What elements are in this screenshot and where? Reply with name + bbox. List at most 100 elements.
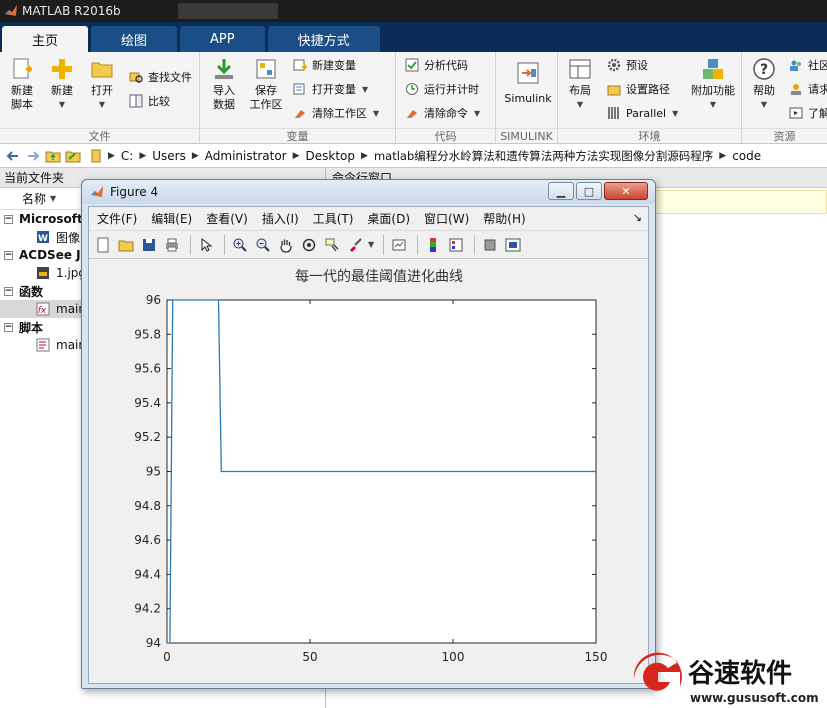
- name-header-label: 名称: [22, 192, 47, 206]
- toolbar-separator: [190, 234, 191, 255]
- simulink-group-label: SIMULINK: [496, 128, 557, 144]
- learn-button[interactable]: 了解: [788, 102, 827, 124]
- parallel-label: Parallel: [626, 106, 667, 120]
- menu-view[interactable]: 查看(V): [206, 210, 248, 227]
- pan-button[interactable]: [276, 235, 296, 255]
- rotate-3d-button[interactable]: [299, 235, 319, 255]
- menu-insert[interactable]: 插入(I): [262, 210, 299, 227]
- minimize-icon: ▁: [556, 184, 566, 198]
- line-chart[interactable]: 每一代的最佳阈值进化曲线 0 50 100 150 94 94.2 94.4 94.6 94.8…: [89, 260, 648, 683]
- data-cursor-button[interactable]: [322, 235, 342, 255]
- parallel-button[interactable]: Parallel ▼: [606, 102, 678, 124]
- print-figure-button[interactable]: [162, 235, 182, 255]
- breadcrumb-users[interactable]: Users: [152, 149, 186, 163]
- clear-workspace-button[interactable]: 清除工作区 ▼: [292, 102, 379, 124]
- zoom-in-button[interactable]: [230, 235, 250, 255]
- preferences-button[interactable]: 预设: [606, 54, 648, 76]
- set-path-button[interactable]: 设置路径: [606, 78, 670, 100]
- x-tick-label: 0: [163, 650, 171, 664]
- request-support-button[interactable]: 请求: [788, 78, 827, 100]
- chevron-down-icon: ▼: [373, 108, 380, 118]
- link-plot-button[interactable]: [389, 235, 409, 255]
- zoom-out-button[interactable]: [253, 235, 273, 255]
- clear-workspace-icon: [295, 110, 305, 118]
- figure-window: Figure 4 ▁ □ ✕ 文件(F) 编辑(E) 查看(V) 插入(I) 工…: [81, 179, 656, 689]
- edit-plot-button[interactable]: [196, 235, 216, 255]
- x-tick-label: 100: [442, 650, 465, 664]
- data-cursor-icon: [325, 238, 339, 251]
- menu-desktop[interactable]: 桌面(D): [367, 210, 410, 227]
- open-button[interactable]: 打开 ▼: [80, 56, 124, 112]
- help-button[interactable]: ? 帮助 ▼: [742, 56, 786, 112]
- analyze-code-icon: [405, 58, 419, 72]
- figure-toolbar: ▼: [89, 231, 648, 259]
- add-ons-button[interactable]: 附加功能 ▼: [686, 56, 740, 112]
- code-group: 分析代码 运行并计时 清除命令 ▼ 代码: [396, 52, 496, 144]
- close-button[interactable]: ✕: [604, 182, 648, 200]
- import-data-button[interactable]: 导入 数据: [202, 56, 246, 112]
- insert-colorbar-button[interactable]: [423, 235, 443, 255]
- maximize-button[interactable]: □: [576, 182, 602, 200]
- run-and-time-button[interactable]: 运行并计时: [404, 78, 479, 100]
- breadcrumb-separator: ▶: [139, 150, 147, 161]
- tab-home[interactable]: 主页: [2, 26, 89, 52]
- up-folder-button[interactable]: [44, 147, 62, 165]
- breadcrumb-administrator[interactable]: Administrator: [205, 149, 287, 163]
- dock-arrow-icon[interactable]: ↘: [633, 211, 642, 224]
- variable-group-label: 变量: [200, 128, 395, 144]
- breadcrumb-project-folder[interactable]: matlab编程分水岭算法和遗传算法两种方法实现图像分割源码程序: [374, 148, 713, 164]
- menu-edit[interactable]: 编辑(E): [151, 210, 192, 227]
- hide-plot-tools-button[interactable]: [480, 235, 500, 255]
- open-variable-button[interactable]: 打开变量 ▼: [292, 78, 368, 100]
- menu-file[interactable]: 文件(F): [97, 210, 137, 227]
- new-variable-label: 新建变量: [312, 59, 356, 72]
- new-script-button[interactable]: 新建 脚本: [0, 56, 44, 112]
- arrow-left-icon: [6, 150, 18, 161]
- browse-folder-button[interactable]: [64, 147, 82, 165]
- menu-tools[interactable]: 工具(T): [313, 210, 354, 227]
- show-plot-tools-button[interactable]: [503, 235, 523, 255]
- chevron-down-icon[interactable]: ▼: [368, 240, 374, 249]
- tab-apps[interactable]: APP: [180, 26, 265, 52]
- breadcrumb-code[interactable]: code: [732, 149, 761, 163]
- new-button[interactable]: 新建 ▼: [40, 56, 84, 112]
- svg-text:?: ?: [760, 62, 768, 78]
- x-tick-label: 150: [585, 650, 608, 664]
- analyze-code-button[interactable]: 分析代码: [404, 54, 468, 76]
- compare-button[interactable]: 比较: [128, 90, 170, 112]
- chart-title: 每一代的最佳阈值进化曲线: [295, 269, 463, 285]
- brush-button[interactable]: [345, 235, 365, 255]
- minimize-button[interactable]: ▁: [548, 182, 574, 200]
- menu-window[interactable]: 窗口(W): [424, 210, 469, 227]
- new-variable-button[interactable]: 新建变量: [292, 54, 356, 76]
- breadcrumb-c[interactable]: C:: [121, 149, 133, 163]
- breadcrumb-desktop[interactable]: Desktop: [306, 149, 356, 163]
- variable-group: 导入 数据 保存 工作区 新建变量 打开变量 ▼ 清除工作区 ▼ 变量: [200, 52, 396, 144]
- link-plot-icon: [392, 239, 406, 250]
- find-files-button[interactable]: 查找文件: [128, 66, 192, 88]
- layout-button[interactable]: 布局 ▼: [558, 56, 602, 112]
- open-file-button[interactable]: [116, 235, 136, 255]
- save-workspace-button[interactable]: 保存 工作区: [244, 56, 288, 112]
- code-group-label: 代码: [396, 128, 495, 144]
- toolbar-separator: [417, 234, 419, 255]
- insert-legend-button[interactable]: [446, 235, 466, 255]
- menu-help[interactable]: 帮助(H): [483, 210, 525, 227]
- save-figure-button[interactable]: [139, 235, 159, 255]
- forward-button[interactable]: [24, 147, 42, 165]
- simulink-button[interactable]: Simulink: [500, 56, 556, 106]
- y-tick-label: 94.2: [134, 602, 161, 616]
- breadcrumb-separator: ▶: [719, 150, 727, 161]
- new-figure-button[interactable]: [93, 235, 113, 255]
- simulink-icon: [517, 62, 539, 84]
- collapse-icon: −: [4, 250, 13, 260]
- tab-plots[interactable]: 绘图: [91, 26, 178, 52]
- chevron-down-icon: ▼: [709, 100, 717, 109]
- run-and-time-label: 运行并计时: [424, 83, 479, 96]
- tab-shortcuts[interactable]: 快捷方式: [267, 26, 380, 52]
- y-tick-label: 95.6: [134, 362, 161, 376]
- back-button[interactable]: [4, 147, 22, 165]
- community-button[interactable]: 社区: [788, 54, 827, 76]
- clear-commands-button[interactable]: 清除命令 ▼: [404, 102, 480, 124]
- y-tick-label: 96: [146, 293, 161, 307]
